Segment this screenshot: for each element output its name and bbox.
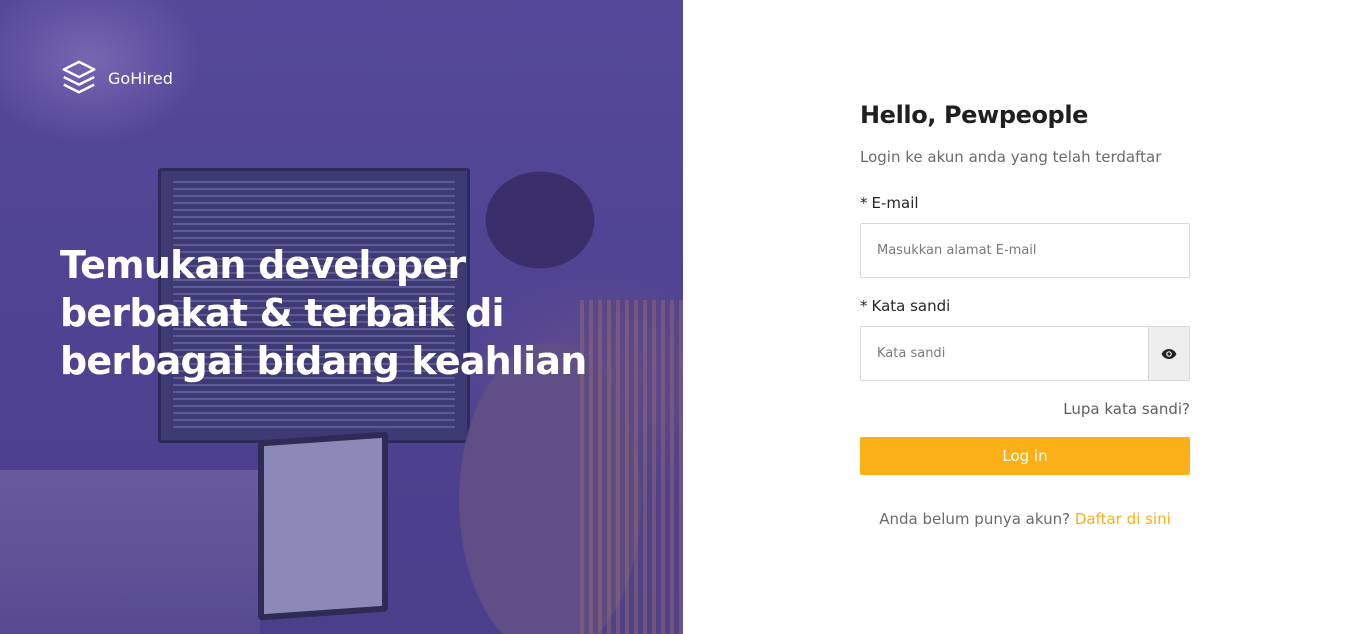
hero-background-laptop bbox=[258, 431, 388, 621]
page-title: Hello, Pewpeople bbox=[860, 101, 1089, 129]
forgot-password-link[interactable]: Lupa kata sandi? bbox=[1063, 400, 1190, 418]
stacked-layers-icon bbox=[62, 60, 96, 94]
email-label-text: E-mail bbox=[871, 194, 919, 212]
register-prompt-text: Anda belum punya akun? bbox=[879, 510, 1071, 528]
password-field[interactable] bbox=[860, 326, 1149, 381]
register-link[interactable]: Daftar di sini bbox=[1075, 510, 1171, 528]
required-mark: * bbox=[860, 194, 868, 212]
eye-icon bbox=[1161, 348, 1177, 359]
password-label-text: Kata sandi bbox=[871, 297, 951, 315]
hero-panel: GoHired Temukan developer berbakat & ter… bbox=[0, 0, 683, 634]
email-field[interactable] bbox=[860, 223, 1190, 278]
email-label: * E-mail bbox=[860, 194, 919, 212]
brand-logo[interactable]: GoHired bbox=[60, 58, 173, 98]
page-subtitle: Login ke akun anda yang telah terdaftar bbox=[860, 148, 1162, 166]
required-mark: * bbox=[860, 297, 868, 315]
brand-name: GoHired bbox=[108, 68, 173, 88]
register-prompt: Anda belum punya akun? Daftar di sini bbox=[860, 510, 1190, 528]
login-button[interactable]: Log in bbox=[860, 437, 1190, 475]
password-field-group bbox=[860, 326, 1190, 381]
hero-background-desk bbox=[0, 470, 260, 634]
password-label: * Kata sandi bbox=[860, 297, 950, 315]
hero-headline: Temukan developer berbakat & terbaik di … bbox=[60, 243, 587, 383]
show-password-button[interactable] bbox=[1148, 326, 1190, 381]
